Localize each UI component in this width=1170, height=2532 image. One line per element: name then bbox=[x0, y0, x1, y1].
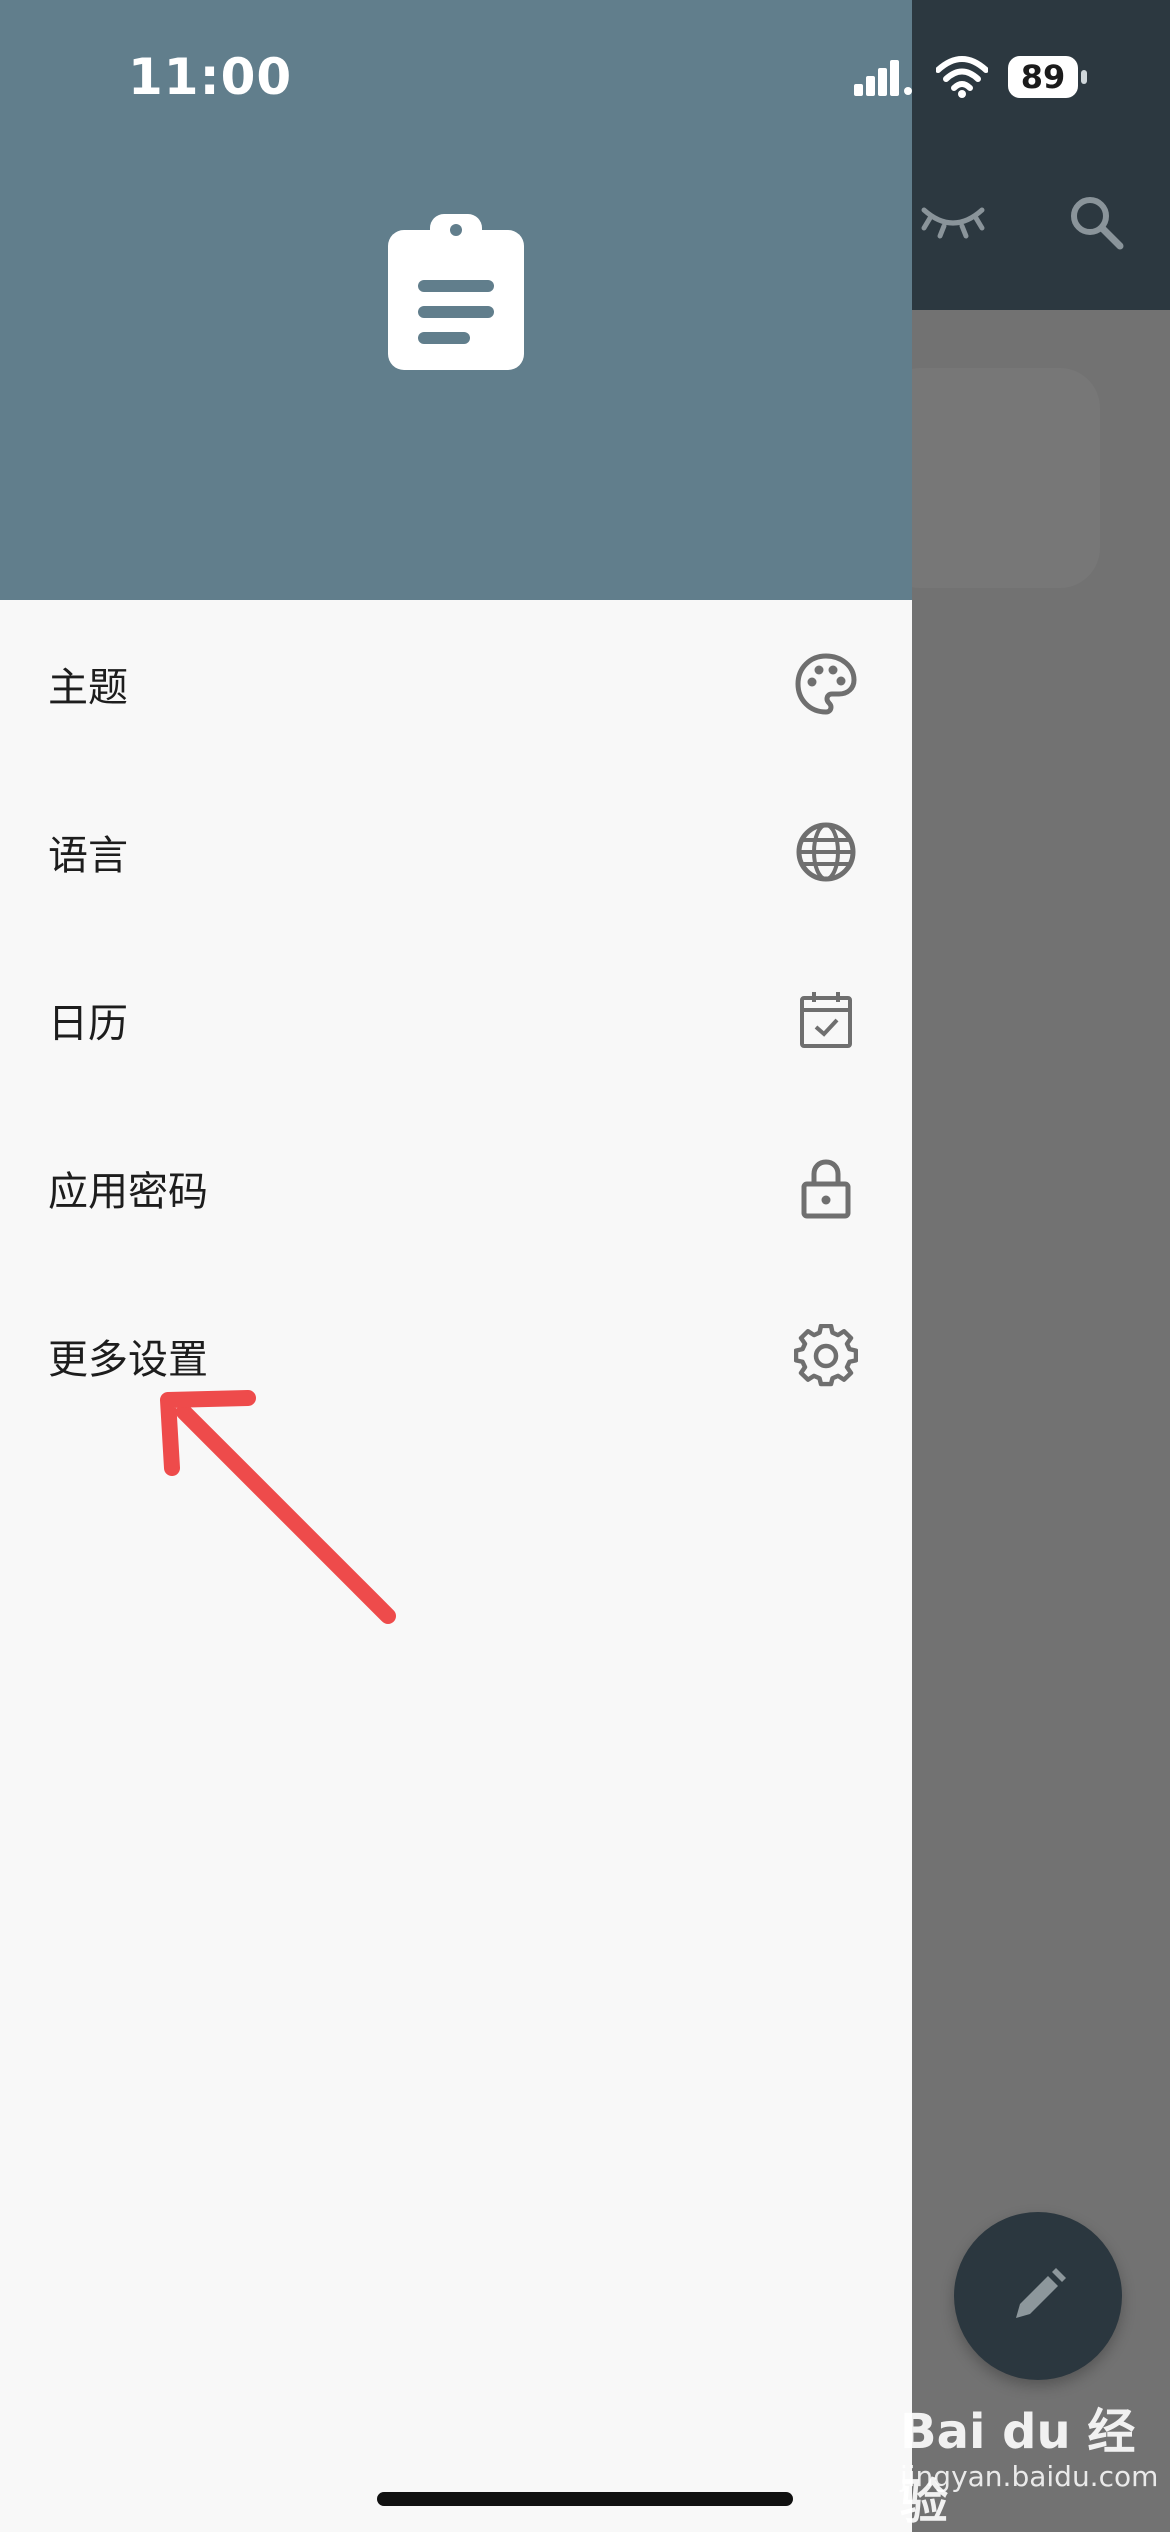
battery-tip bbox=[1081, 70, 1087, 84]
lock-icon bbox=[794, 1156, 858, 1220]
annotation-arrow bbox=[160, 1390, 396, 1624]
cellular-signal-icon bbox=[854, 60, 912, 96]
globe-icon bbox=[794, 820, 858, 884]
drawer-menu: 主题 语言 日历 应用密码 更多设置 bbox=[0, 600, 912, 1440]
compose-fab[interactable] bbox=[954, 2212, 1122, 2380]
palette-icon bbox=[794, 652, 858, 716]
calendar-check-icon bbox=[794, 988, 858, 1052]
status-time: 11:00 bbox=[128, 48, 293, 106]
battery-level: 89 bbox=[1008, 56, 1078, 98]
battery-indicator: 89 bbox=[1008, 56, 1088, 98]
menu-item-calendar[interactable]: 日历 bbox=[0, 936, 912, 1104]
menu-item-label: 日历 bbox=[48, 1001, 128, 1047]
menu-item-more-settings[interactable]: 更多设置 bbox=[0, 1272, 912, 1440]
navigation-drawer: 主题 语言 日历 应用密码 更多设置 bbox=[0, 0, 912, 2532]
menu-item-language[interactable]: 语言 bbox=[0, 768, 912, 936]
watermark-url: jingyan.baidu.com bbox=[900, 2460, 1159, 2493]
menu-item-theme[interactable]: 主题 bbox=[0, 600, 912, 768]
home-indicator[interactable] bbox=[377, 2492, 793, 2506]
pencil-icon bbox=[1016, 2268, 1066, 2318]
search-icon[interactable] bbox=[1064, 190, 1128, 254]
hide-eye-icon[interactable] bbox=[918, 200, 988, 240]
status-bar: 11:00 89 bbox=[0, 0, 1170, 150]
menu-item-label: 语言 bbox=[48, 833, 128, 879]
clipboard-logo-icon bbox=[388, 214, 524, 370]
menu-item-label: 更多设置 bbox=[48, 1337, 208, 1383]
menu-item-app-password[interactable]: 应用密码 bbox=[0, 1104, 912, 1272]
menu-item-label: 主题 bbox=[48, 665, 128, 711]
menu-item-label: 应用密码 bbox=[48, 1169, 208, 1215]
gear-icon bbox=[793, 1323, 859, 1388]
wifi-icon bbox=[936, 56, 988, 98]
note-card bbox=[880, 368, 1100, 588]
